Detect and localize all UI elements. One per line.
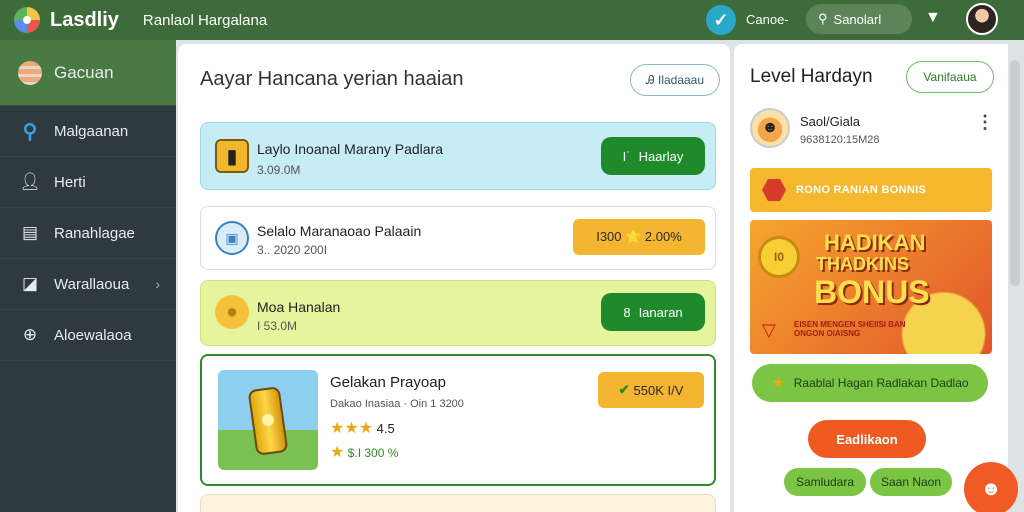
price-badge[interactable]: ✔ 550K I/V — [598, 372, 704, 408]
panel-button[interactable]: Vanifaaua — [906, 61, 994, 93]
button-label: Raablal Hagan Radlakan Dadlao — [793, 376, 969, 390]
sidebar-item-warallaoua[interactable]: ◪ Warallaoua › — [0, 259, 176, 310]
price: ★ $.I 300 % — [330, 442, 398, 462]
globe-icon: ⊕ — [22, 325, 38, 344]
document-icon: ▤ — [21, 223, 39, 242]
sidebar-item-label: Malgaanan — [54, 122, 129, 140]
play-button[interactable]: I˙ Haarlay — [601, 137, 705, 175]
assistant-fab-button[interactable]: ☻ — [964, 462, 1018, 512]
sidebar-item-label: Warallaoua — [54, 275, 130, 293]
bonus-line-3: BONUS — [814, 274, 930, 310]
sidebar-item-label: Gacuan — [54, 62, 114, 82]
coin-icon: ● — [215, 295, 249, 329]
chevron-right-icon: › — [155, 276, 160, 292]
search-icon: ⚲ — [818, 11, 828, 26]
sidebar-item-aloewalaoa[interactable]: ⊕ Aloewalaoa — [0, 310, 176, 361]
main-panel: Aayar Hancana yerian haaian Ꭿ Iladaaau ▮… — [178, 44, 730, 512]
rating: ★★★ 4.5 — [330, 418, 395, 438]
sidebar-item-herti[interactable]: 👤︎ Herti — [0, 157, 176, 208]
chip-button[interactable]: Saan Naon — [870, 468, 952, 496]
star-icon: ★ — [330, 444, 345, 461]
bonus-line-1: HADIKAN — [824, 230, 926, 255]
list-item[interactable]: ▮ Laylo Inoanal Marany Padlara 3.09.0M I… — [200, 122, 716, 190]
check-icon: ✔ — [618, 382, 630, 397]
device-icon: ▣ — [215, 221, 249, 255]
featured-item[interactable]: Gelakan Prayoap Dakao Inasiaa · Oin 1 32… — [200, 354, 716, 486]
gem-icon — [762, 179, 786, 201]
action-button[interactable]: 8 Ianaran — [601, 293, 705, 331]
coin-icon: I0 — [758, 236, 800, 278]
avatar[interactable]: ☻ — [750, 108, 790, 148]
box-icon: ▮ — [215, 139, 249, 173]
top-nav-link[interactable]: Canoe- — [746, 12, 789, 27]
sidebar-item-ranahlagae[interactable]: ▤ Ranahlagae — [0, 208, 176, 259]
rating-value: 4.5 — [376, 421, 395, 436]
burger-icon — [18, 60, 42, 85]
sidebar-item-label: Ranahlagae — [54, 224, 135, 242]
badge-label: 550K I/V — [633, 382, 684, 398]
app-logo[interactable] — [14, 7, 40, 33]
app-title: Ranlaol Hargalana — [142, 11, 268, 29]
card-subtitle: 3.. 2020 200I — [257, 243, 328, 257]
list-item[interactable] — [200, 494, 716, 512]
avatar[interactable] — [966, 3, 998, 35]
bonus-line-2: THADKINS — [816, 254, 909, 274]
top-bar: Lasdliy Ranlaol Hargalana ✓ Canoe- ⚲ San… — [0, 0, 1024, 40]
chip-button[interactable]: Samludara — [784, 468, 866, 496]
badge-label: I300 ⭐ 2.00% — [596, 229, 682, 244]
search-label: Sanolarl — [833, 11, 882, 27]
panel-title: Level Hardayn — [750, 66, 873, 87]
button-icon: 8 — [623, 304, 631, 320]
card-title: Gelakan Prayoap — [330, 374, 446, 391]
card-subtitle: I 53.0M — [257, 319, 298, 333]
folder-icon: ◪ — [21, 274, 39, 293]
user-icon: 👤︎ — [19, 172, 41, 191]
sidebar-item-label: Aloewalaoa — [54, 326, 132, 344]
product-image — [218, 370, 318, 470]
bonus-promo-image[interactable]: I0 HADIKAN THADKINS BONUS ▽ EISEN MENGEN… — [750, 220, 992, 354]
price-value: $.I 300 % — [347, 446, 399, 460]
inbox-icon[interactable]: ▼ — [925, 9, 941, 27]
card-title: Selalo Maranaoao Palaain — [257, 223, 422, 239]
star-icon: ★★★ — [330, 420, 374, 437]
promo-banner[interactable]: RONO RANIAN BONNIS — [750, 168, 992, 212]
more-icon[interactable]: ⋮ — [976, 112, 994, 133]
filter-button[interactable]: Ꭿ Iladaaau — [630, 64, 720, 96]
sidebar-item-malgaanan[interactable]: ⚲ Malgaanan — [0, 106, 176, 157]
star-icon: ★ — [771, 375, 786, 392]
card-title: Laylo Inoanal Marany Padlara — [257, 141, 444, 157]
profile-name: Saol/Giala — [800, 114, 860, 129]
search-icon: ⚲ — [22, 120, 38, 143]
arrow-icon: ▽ — [762, 320, 776, 340]
banner-label: RONO RANIAN BONNIS — [796, 184, 927, 196]
card-title: Moa Hanalan — [257, 299, 341, 315]
primary-action-button[interactable]: Eadlikaon — [808, 420, 926, 458]
brand-name[interactable]: Lasdliy — [50, 9, 119, 32]
sidebar-item-gacuan[interactable]: Gacuan — [0, 40, 176, 106]
list-item[interactable]: ▣ Selalo Maranaoao Palaain 3.. 2020 200I… — [200, 206, 716, 270]
button-label: Ianaran — [638, 304, 683, 320]
profile-handle: 9638120:15M28 — [800, 134, 880, 146]
score-badge: I300 ⭐ 2.00% — [573, 219, 705, 255]
check-icon[interactable]: ✓ — [706, 5, 736, 35]
sidebar: Gacuan ⚲ Malgaanan 👤︎ Herti ▤ Ranahlagae… — [0, 40, 176, 512]
scrollbar[interactable] — [1010, 60, 1020, 286]
search-button[interactable]: ⚲ Sanolarl — [806, 4, 912, 34]
button-label: Haarlay — [638, 148, 684, 164]
right-panel: Level Hardayn Vanifaaua ☻ Saol/Giala 963… — [734, 44, 1008, 512]
play-icon: I˙ — [622, 148, 631, 164]
sidebar-item-label: Herti — [54, 173, 86, 191]
card-subtitle: 3.09.0M — [257, 163, 301, 177]
claim-button[interactable]: ★ Raablal Hagan Radlakan Dadlao — [752, 364, 988, 402]
bonus-caption: EISEN MENGEN SHEIISI BAN ONGON OIAISNG — [794, 320, 906, 338]
page-title: Aayar Hancana yerian haaian — [200, 68, 464, 90]
card-subtitle: Dakao Inasiaa · Oin 1 3200 — [330, 398, 464, 410]
phone-illustration — [247, 386, 289, 456]
list-item[interactable]: ● Moa Hanalan I 53.0M 8 Ianaran — [200, 280, 716, 346]
